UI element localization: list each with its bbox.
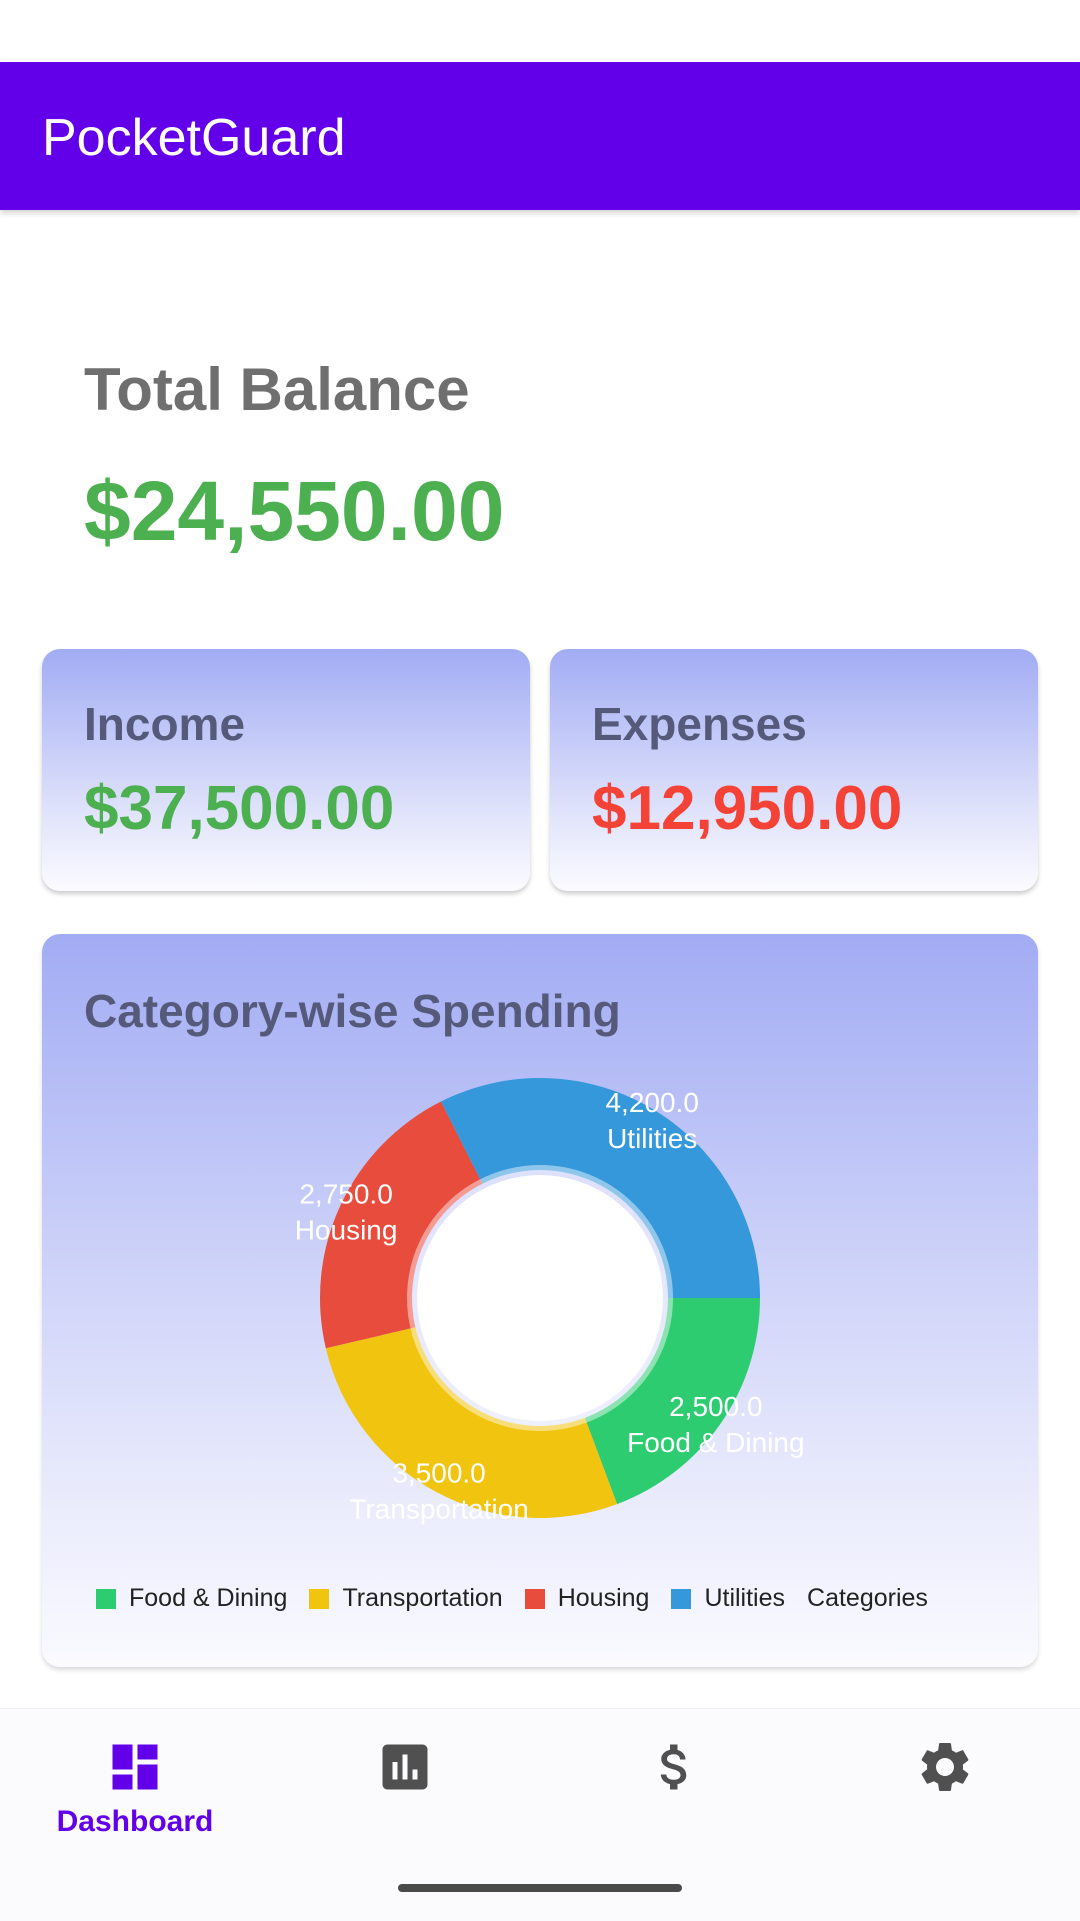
total-balance-value: $24,550.00 (84, 464, 505, 558)
legend-label: Transportation (342, 1584, 503, 1612)
nav-item-transactions[interactable] (540, 1709, 810, 1879)
home-indicator[interactable] (398, 1884, 682, 1892)
chart-legend: Food & Dining Transportation Housing Utilit… (96, 1584, 928, 1613)
slice-value-label: 2,750.0 (299, 1178, 392, 1209)
app-bar: PocketGuard (0, 62, 1080, 210)
income-card[interactable]: Income $37,500.00 (42, 649, 530, 891)
legend-swatch (524, 1588, 545, 1609)
income-value: $37,500.00 (84, 774, 395, 843)
legend-label: Utilities (704, 1584, 786, 1612)
nav-item-dashboard[interactable]: Dashboard (0, 1709, 270, 1879)
slice-value-label: 3,500.0 (392, 1458, 485, 1489)
nav-item-reports[interactable] (270, 1709, 540, 1879)
nav-label-dashboard: Dashboard (56, 1805, 214, 1838)
legend-item: Utilities (671, 1584, 785, 1613)
category-spending-card: Category-wise Spending 2,500.0 Food & Din… (42, 934, 1038, 1667)
legend-label: Food & Dining (129, 1584, 288, 1612)
status-bar (0, 0, 1080, 62)
legend-swatch (96, 1588, 116, 1609)
slice-category-label: Utilities (607, 1123, 697, 1154)
gear-icon (921, 1743, 969, 1791)
dollar-icon (660, 1744, 687, 1790)
slice-value-label: 2,500.0 (669, 1391, 762, 1422)
legend-label: Housing (557, 1584, 650, 1612)
legend-suffix: Categories (807, 1584, 928, 1612)
app-title: PocketGuard (42, 109, 346, 167)
nav-item-settings[interactable] (810, 1709, 1080, 1879)
slice-category-label: Food & Dining (627, 1427, 804, 1458)
donut-chart[interactable]: 2,500.0 Food & Dining 3,500.0 Transportatio… (42, 934, 1038, 1667)
total-balance-label: Total Balance (84, 356, 470, 423)
legend-item: Housing (524, 1584, 650, 1613)
legend-item: Food & Dining (96, 1584, 287, 1613)
legend-swatch (309, 1588, 330, 1609)
slice-value-label: 4,200.0 (605, 1087, 698, 1118)
expenses-card[interactable]: Expenses $12,950.00 (550, 649, 1038, 891)
expenses-label: Expenses (592, 698, 807, 750)
legend-item: Transportation (309, 1584, 503, 1613)
legend-swatch (671, 1588, 692, 1609)
dashboard-icon (112, 1744, 158, 1790)
slice-category-label: Housing (295, 1214, 398, 1245)
expenses-value: $12,950.00 (592, 774, 903, 843)
donut-hole (417, 1175, 663, 1421)
bar-chart-icon (382, 1744, 428, 1790)
income-label: Income (84, 698, 246, 750)
slice-category-label: Transportation (349, 1494, 529, 1525)
